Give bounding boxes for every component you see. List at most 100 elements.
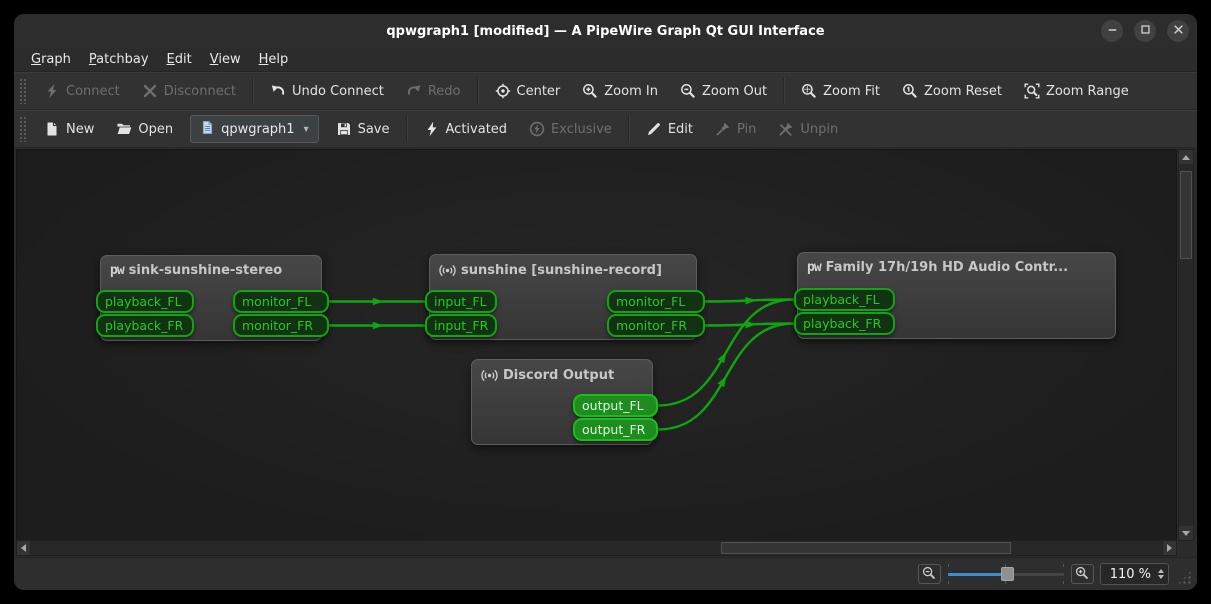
menu-graph[interactable]: Graph [22, 50, 80, 69]
arrow-left-icon [21, 544, 26, 552]
zoom-fit-button[interactable]: Zoom Fit [792, 76, 889, 106]
toolbar-separator [406, 116, 408, 142]
port-sink-playback-fr[interactable]: playback_FR [96, 314, 194, 337]
edit-icon [646, 121, 662, 137]
connections-layer [17, 150, 1177, 541]
port-discord-output-fr[interactable]: output_FR [573, 418, 658, 441]
button-label: Pin [737, 122, 756, 137]
exclusive-button: Exclusive [520, 114, 621, 144]
menu-view[interactable]: View [201, 50, 250, 69]
toolbar-separator [783, 78, 785, 104]
maximize-icon [1138, 22, 1153, 41]
node-title: pwsink-sunshine-stereo [101, 256, 321, 278]
vertical-scrollbar[interactable] [1178, 149, 1194, 541]
zoom-out-icon [922, 565, 936, 584]
port-sink-monitor-fr[interactable]: monitor_FR [233, 314, 329, 337]
graph-canvas[interactable]: pwsink-sunshine-stereoplayback_FLplaybac… [16, 149, 1177, 541]
zoom-in-icon [582, 83, 598, 99]
maximize-button[interactable] [1134, 20, 1156, 42]
zoom-value: 110 % [1110, 567, 1151, 582]
minimize-icon [1105, 22, 1120, 41]
node-title: sunshine [sunshine-record] [430, 255, 696, 279]
button-label: Disconnect [164, 84, 236, 99]
button-label: Connect [66, 84, 120, 99]
port-sunshine-monitor-fl[interactable]: monitor_FL [607, 290, 705, 313]
zoom-range-icon [1024, 83, 1040, 99]
connection-arrow-icon [745, 296, 756, 304]
button-label: Save [358, 122, 390, 137]
zoom-in-button[interactable] [1071, 564, 1094, 584]
minimize-button[interactable] [1101, 20, 1123, 42]
slider-handle[interactable] [1001, 567, 1014, 581]
zoom-range-button[interactable]: Zoom Range [1015, 76, 1138, 106]
scroll-left-button[interactable] [17, 541, 31, 555]
toolbar-separator [477, 78, 479, 104]
toolbar-file-items: New Open qpwgraph1▾ Save Activated Exclusive E… [33, 111, 849, 147]
node-title-text: sink-sunshine-stereo [129, 263, 283, 278]
port-sunshine-input-fr[interactable]: input_FR [425, 314, 497, 337]
menu-help[interactable]: Help [250, 50, 298, 69]
zoom-in-button[interactable]: Zoom In [573, 76, 667, 106]
save-button[interactable]: Save [327, 114, 399, 144]
button-label: Zoom In [604, 84, 658, 99]
port-discord-output-fl[interactable]: output_FL [573, 394, 658, 417]
scroll-right-button[interactable] [1162, 541, 1176, 555]
combo-value: qpwgraph1 [221, 122, 294, 137]
broadcast-icon [481, 367, 498, 384]
scroll-up-button[interactable] [1179, 150, 1193, 164]
button-label: New [66, 122, 94, 137]
zoom-spinbox[interactable]: 110 % [1100, 563, 1169, 585]
button-label: Edit [668, 122, 693, 137]
close-button[interactable] [1167, 20, 1189, 42]
toolbar-file: New Open qpwgraph1▾ Save Activated Exclusive E… [14, 110, 1197, 148]
arrow-right-icon [1167, 544, 1172, 552]
menu-edit[interactable]: Edit [158, 50, 201, 69]
window-controls [1101, 20, 1189, 42]
resize-grip[interactable] [1177, 570, 1192, 585]
zoom-in-icon [1075, 565, 1089, 584]
scroll-down-button[interactable] [1179, 526, 1193, 540]
activated-button[interactable]: Activated [415, 114, 517, 144]
unpin-icon [778, 121, 794, 137]
broadcast-icon [439, 262, 456, 279]
zoom-out-icon [680, 83, 696, 99]
toolbar-separator [628, 116, 630, 142]
button-label: Zoom Out [702, 84, 767, 99]
port-sunshine-input-fl[interactable]: input_FL [425, 290, 497, 313]
zoom-reset-button[interactable]: Zoom Reset [893, 76, 1011, 106]
undo-connect-button[interactable]: Undo Connect [261, 76, 393, 106]
disconnect-button: Disconnect [133, 76, 245, 106]
zoom-slider[interactable] [947, 564, 1065, 584]
connect-button: Connect [35, 76, 129, 106]
spinbox-arrows[interactable] [1158, 569, 1164, 579]
connection-arrow-icon [373, 298, 384, 306]
vertical-scroll-thumb[interactable] [1180, 171, 1192, 259]
new-icon [44, 121, 60, 137]
button-label: Exclusive [551, 122, 612, 137]
open-button[interactable]: Open [107, 114, 182, 144]
zoom-reset-icon [902, 83, 918, 99]
toolbar-drag-handle[interactable] [19, 116, 26, 142]
button-label: Undo Connect [292, 84, 384, 99]
undo-icon [270, 83, 286, 99]
toolbar-drag-handle[interactable] [19, 78, 26, 104]
port-sunshine-monitor-fr[interactable]: monitor_FR [607, 314, 705, 337]
port-family-playback-fr[interactable]: playback_FR [794, 312, 895, 335]
node-title-text: sunshine [sunshine-record] [461, 263, 662, 278]
edit-button[interactable]: Edit [637, 114, 702, 144]
port-sink-playback-fl[interactable]: playback_FL [96, 290, 194, 313]
port-family-playback-fl[interactable]: playback_FL [794, 288, 895, 311]
menu-patchbay[interactable]: Patchbay [80, 50, 158, 69]
slider-tick [1005, 581, 1006, 584]
center-button[interactable]: Center [486, 76, 570, 106]
new-button[interactable]: New [35, 114, 103, 144]
port-sink-monitor-fl[interactable]: monitor_FL [233, 290, 329, 313]
arrow-down-icon [1182, 531, 1190, 536]
patchbay-profile-combo[interactable]: qpwgraph1▾ [190, 115, 319, 143]
zoom-out-button[interactable]: Zoom Out [671, 76, 776, 106]
zoom-out-button[interactable] [918, 564, 941, 584]
horizontal-scrollbar[interactable] [16, 540, 1177, 556]
exclusive-icon [529, 121, 545, 137]
horizontal-scroll-thumb[interactable] [721, 542, 1011, 554]
titlebar[interactable]: qpwgraph1 [modified] — A PipeWire Graph … [14, 14, 1197, 48]
